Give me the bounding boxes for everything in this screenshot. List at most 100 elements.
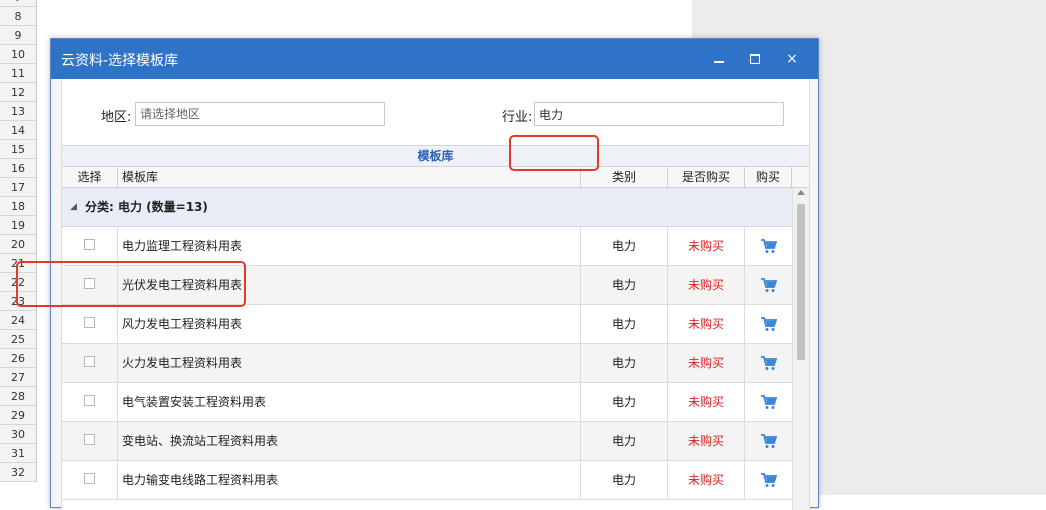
scroll-thumb[interactable] [797,204,805,360]
template-category: 电力 [581,305,668,343]
row-header[interactable]: 30 [0,425,36,444]
grid-caption: 模板库 [62,146,809,167]
cart-icon[interactable] [760,317,777,332]
table-row[interactable]: 电力输变电线路工程资料用表 电力 未购买 [62,461,792,500]
cart-icon[interactable] [760,395,777,410]
row-header[interactable]: 32 [0,463,36,482]
dialog-titlebar[interactable]: 云资料-选择模板库 × [51,39,818,79]
row-header[interactable]: 20 [0,235,36,254]
row-checkbox[interactable] [84,434,95,445]
cart-icon[interactable] [760,278,777,293]
buy-cell [745,266,792,304]
row-checkbox[interactable] [84,317,95,328]
row-header[interactable]: 26 [0,349,36,368]
template-name: 电力监理工程资料用表 [118,227,581,265]
row-header[interactable]: 24 [0,311,36,330]
industry-input[interactable] [534,102,784,126]
row-header[interactable]: 13 [0,102,36,121]
row-header[interactable]: 14 [0,121,36,140]
select-cell [62,461,118,499]
row-header[interactable]: 9 [0,26,36,45]
template-name: 风力发电工程资料用表 [118,305,581,343]
select-cell [62,422,118,460]
buy-cell [745,227,792,265]
close-icon: × [786,51,798,67]
template-category: 电力 [581,344,668,382]
table-row[interactable]: 电气装置安装工程资料用表 电力 未购买 [62,383,792,422]
region-input[interactable] [135,102,385,126]
group-row[interactable]: ◢ 分类: 电力 (数量=13) [62,188,792,227]
buy-cell [745,344,792,382]
buy-cell [745,422,792,460]
purchase-status: 未购买 [668,422,745,460]
purchase-status: 未购买 [668,227,745,265]
dialog-title: 云资料-选择模板库 [61,53,179,69]
column-header-purchased[interactable]: 是否购买 [668,167,745,187]
cart-icon[interactable] [760,434,777,449]
row-header[interactable]: 16 [0,159,36,178]
table-row[interactable]: 风力发电工程资料用表 电力 未购买 [62,305,792,344]
row-header[interactable]: 11 [0,64,36,83]
row-checkbox[interactable] [84,239,95,250]
row-header[interactable]: 8 [0,7,36,26]
row-header[interactable]: 17 [0,178,36,197]
template-name: 电气装置安装工程资料用表 [118,383,581,421]
column-header-buy[interactable]: 购买 [745,167,792,187]
buy-cell [745,383,792,421]
select-cell [62,383,118,421]
row-checkbox[interactable] [84,395,95,406]
row-header[interactable]: 7 [0,0,36,7]
template-name: 火力发电工程资料用表 [118,344,581,382]
row-checkbox[interactable] [84,356,95,367]
maximize-icon [750,54,760,64]
vertical-scrollbar[interactable] [792,188,809,510]
template-name: 电力输变电线路工程资料用表 [118,461,581,499]
select-cell [62,305,118,343]
purchase-status: 未购买 [668,461,745,499]
table-row[interactable]: 火力发电工程资料用表 电力 未购买 [62,344,792,383]
purchase-status: 未购买 [668,383,745,421]
row-header[interactable]: 25 [0,330,36,349]
row-header[interactable]: 10 [0,45,36,64]
industry-highlight-annotation [509,135,599,171]
purchase-status: 未购买 [668,266,745,304]
row-header[interactable]: 31 [0,444,36,463]
row-checkbox[interactable] [84,473,95,484]
cart-icon[interactable] [760,356,777,371]
purchase-status: 未购买 [668,305,745,343]
cart-icon[interactable] [760,239,777,254]
row-header[interactable]: 18 [0,197,36,216]
column-header-select[interactable]: 选择 [62,167,118,187]
buy-cell [745,305,792,343]
row-header[interactable]: 15 [0,140,36,159]
template-category: 电力 [581,383,668,421]
grid-header: 选择 模板库 类别 是否购买 购买 [62,167,809,188]
close-button[interactable]: × [782,49,802,69]
scroll-up-arrow-icon[interactable] [797,190,805,195]
select-cell [62,344,118,382]
row-header[interactable]: 12 [0,83,36,102]
template-grid: 模板库 选择 模板库 类别 是否购买 购买 ◢ 分类: 电力 (数量=13) 电… [62,145,809,510]
template-category: 电力 [581,461,668,499]
template-category: 电力 [581,227,668,265]
industry-label: 行业: [502,110,533,125]
row-highlight-annotation [16,261,246,307]
row-header[interactable]: 19 [0,216,36,235]
minimize-button[interactable] [709,49,729,69]
row-header[interactable]: 29 [0,406,36,425]
region-label: 地区: [101,110,132,125]
row-headers: 7 8 9 10 11 12 13 14 15 16 17 18 19 20 2… [0,0,37,482]
maximize-button[interactable] [745,49,765,69]
purchase-status: 未购买 [668,344,745,382]
row-header[interactable]: 28 [0,387,36,406]
minimize-icon [714,61,724,63]
template-category: 电力 [581,266,668,304]
row-header[interactable]: 27 [0,368,36,387]
cart-icon[interactable] [760,473,777,488]
group-label: 分类: 电力 (数量=13) [85,200,208,214]
select-cell [62,227,118,265]
table-row[interactable]: 变电站、换流站工程资料用表 电力 未购买 [62,422,792,461]
collapse-triangle-icon[interactable]: ◢ [70,188,77,226]
buy-cell [745,461,792,499]
template-name: 变电站、换流站工程资料用表 [118,422,581,460]
